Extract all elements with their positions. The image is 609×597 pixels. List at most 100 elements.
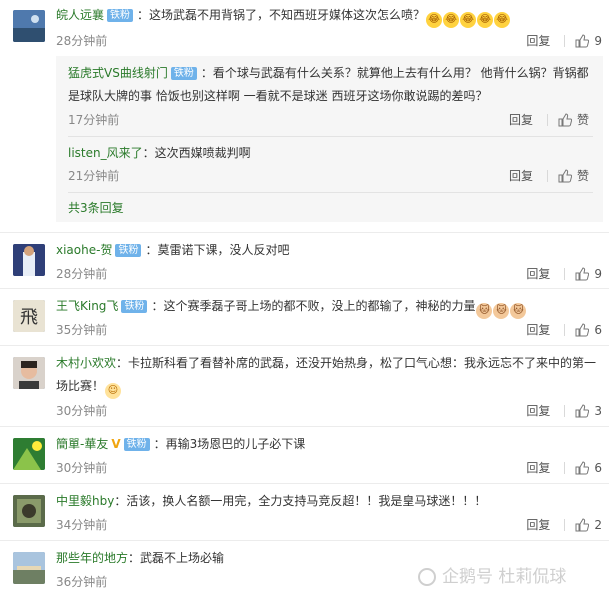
thumbs-up-icon [575, 460, 590, 474]
comment-content: ：这场武磊不用背锅了，不知西班牙媒体这次怎么喷？ [137, 8, 426, 22]
comment-actions: 回复 2 [526, 516, 602, 533]
divider [564, 404, 566, 417]
reply-button[interactable]: 回复 [526, 459, 550, 476]
reply-button[interactable]: 回复 [526, 265, 550, 282]
reply-button[interactable]: 回复 [509, 167, 533, 184]
like-button[interactable]: 9 [575, 34, 602, 48]
reply-button[interactable]: 回复 [526, 402, 550, 419]
avatar[interactable]: 飛 [13, 300, 45, 332]
divider [564, 518, 566, 531]
comment-text: 簡單-華友 V 铁粉 ：再输3场恩巴的儿子必下课 [56, 433, 597, 456]
fan-badge: 铁粉 [115, 244, 142, 257]
comment-item: 簡單-華友 V 铁粉 ：再输3场恩巴的儿子必下课 30分钟前 回复 6 [0, 427, 609, 484]
laugh-emoji-icon: 😂 [443, 12, 460, 28]
watermark: 企鹅号 杜莉侃球 [418, 560, 608, 594]
reply-button[interactable]: 回复 [526, 516, 550, 533]
svg-text:飛: 飛 [20, 307, 38, 328]
divider [546, 169, 548, 182]
avatar[interactable] [13, 552, 45, 584]
comment-content: ：卡拉斯科看了看替补席的武磊，还没开始热身，松了口气心想：我永远忘不了来中的第一… [56, 356, 597, 393]
comment-actions: 回复 6 [526, 321, 602, 338]
comment-content: ：武磊不上场必输 [128, 551, 225, 565]
shy-emoji-icon: ☺ [105, 383, 122, 399]
fan-badge: 铁粉 [170, 67, 197, 80]
username-link[interactable]: 中里毅hby [56, 494, 114, 508]
username-link[interactable]: xiaohe-贺 [56, 243, 112, 257]
avatar[interactable] [13, 244, 45, 276]
like-count: 6 [594, 322, 602, 337]
like-button[interactable]: 赞 [558, 111, 589, 128]
divider [68, 136, 593, 137]
username-link[interactable]: 王飞King飞 [56, 299, 118, 313]
username-link[interactable]: 猛虎式VS曲线射门 [68, 66, 168, 80]
like-count: 9 [594, 266, 602, 281]
like-button[interactable]: 3 [575, 404, 602, 418]
avatar[interactable] [13, 495, 45, 527]
laugh-emoji-icon: 😂 [426, 12, 443, 28]
like-button[interactable]: 2 [575, 518, 602, 532]
username-link[interactable]: 皖人远襄 [56, 8, 104, 22]
thumbs-up-icon [575, 33, 590, 47]
comment-actions: 回复 9 [526, 32, 602, 49]
reply-content: ：这次西媒喷裁判啊 [142, 146, 251, 160]
thumbs-up-icon [575, 403, 590, 417]
like-button[interactable]: 6 [575, 461, 602, 475]
divider [564, 323, 566, 336]
username-link[interactable]: 那些年的地方 [56, 551, 128, 565]
like-button[interactable]: 6 [575, 323, 602, 337]
avatar[interactable] [13, 357, 45, 389]
reply-button[interactable]: 回复 [526, 321, 550, 338]
thumbs-up-icon [558, 112, 572, 126]
comment-item: 木村小欢欢：卡拉斯科看了看替补席的武磊，还没开始热身，松了口气心想：我永远忘不了… [0, 346, 609, 427]
laugh-emoji-icon: 😂 [460, 12, 477, 28]
vip-icon: V [111, 437, 121, 451]
like-count: 3 [594, 403, 602, 418]
reply-box: 猛虎式VS曲线射门 铁粉 ：看个球与武磊有什么关系？就算他上去有什么用？ 他背什么锅… [56, 56, 603, 222]
reply-text: listen_风来了：这次西媒喷裁判啊 [68, 142, 593, 165]
divider [564, 34, 566, 47]
comment-content: ：莫雷诺下课，没人反对吧 [145, 243, 290, 257]
comment-item: 飛 王飞King飞 铁粉 ：这个赛季磊子哥上场的都不败，没上的都输了，神秘的力量 🐱 🐱… [0, 289, 609, 346]
reply-actions: 回复 赞 [509, 167, 589, 184]
reply-button[interactable]: 回复 [526, 32, 550, 49]
like-button[interactable]: 9 [575, 267, 602, 281]
reply-button[interactable]: 回复 [509, 111, 533, 128]
comment-time: 34分钟前 [56, 518, 108, 532]
comment-text: 皖人远襄 铁粉 ：这场武磊不用背锅了，不知西班牙媒体这次怎么喷？ 😂 😂 😂 😂 😂 [56, 4, 597, 28]
comment-time: 30分钟前 [56, 461, 108, 475]
comment-text: xiaohe-贺 铁粉 ：莫雷诺下课，没人反对吧 [56, 239, 597, 262]
divider [68, 192, 593, 193]
divider [546, 113, 548, 126]
username-link[interactable]: listen_风来了 [68, 146, 143, 160]
cat-emoji-icon: 🐱 [493, 303, 510, 319]
comment-text: 王飞King飞 铁粉 ：这个赛季磊子哥上场的都不败，没上的都输了，神秘的力量 🐱 🐱 🐱 [56, 295, 597, 319]
reply-actions: 回复 赞 [509, 111, 589, 128]
like-count: 2 [594, 517, 602, 532]
thumbs-up-icon [575, 322, 590, 336]
thumbs-up-icon [575, 266, 590, 280]
like-button[interactable]: 赞 [558, 167, 589, 184]
reply-time: 17分钟前 [68, 113, 120, 127]
comment-item: 中里毅hby：活该，换人名额一用完，全力支持马竞反超！！我是皇马球迷！！！ 34… [0, 484, 609, 541]
avatar[interactable] [13, 438, 45, 470]
cat-emoji-icon: 🐱 [510, 303, 527, 319]
comment-item: xiaohe-贺 铁粉 ：莫雷诺下课，没人反对吧 28分钟前 回复 9 [0, 233, 609, 289]
like-count: 6 [594, 460, 602, 475]
comment-content: ：这个赛季磊子哥上场的都不败，没上的都输了，神秘的力量 [151, 299, 476, 313]
penguin-logo-icon [418, 568, 436, 586]
like-label: 赞 [576, 113, 589, 127]
divider [564, 267, 566, 280]
username-link[interactable]: 簡單-華友 [56, 437, 108, 451]
avatar[interactable] [13, 10, 45, 42]
comment-content: ：活该，换人名额一用完，全力支持马竞反超！！我是皇马球迷！！！ [114, 494, 487, 508]
username-link[interactable]: 木村小欢欢 [56, 356, 116, 370]
comment-content: ：再输3场恩巴的儿子必下课 [153, 437, 306, 451]
comment-actions: 回复 9 [526, 265, 602, 282]
laugh-emoji-icon: 😂 [477, 12, 494, 28]
like-count: 9 [594, 33, 602, 48]
comment-time: 28分钟前 [56, 34, 108, 48]
fan-badge: 铁粉 [107, 9, 134, 22]
laugh-emoji-icon: 😂 [494, 12, 511, 28]
more-replies-link[interactable]: 共3条回复 [68, 199, 124, 216]
thumbs-up-icon [575, 517, 590, 531]
